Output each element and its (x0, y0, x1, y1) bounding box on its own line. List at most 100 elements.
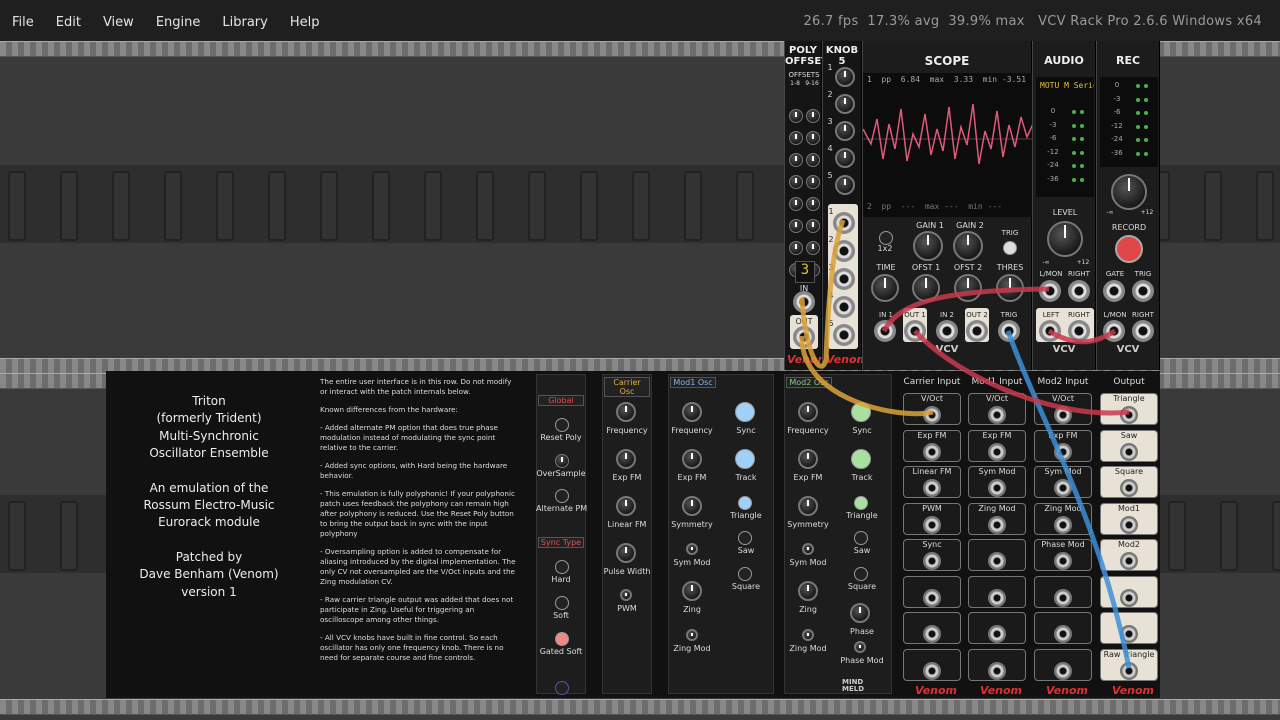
mod1-button[interactable] (735, 449, 755, 469)
carrier_in-jack[interactable] (903, 612, 961, 644)
audio-out-right-jack[interactable] (1068, 320, 1090, 342)
menu-engine[interactable]: Engine (156, 15, 201, 30)
scope-x2-button[interactable] (879, 231, 893, 245)
mod2_in-jack[interactable] (1034, 612, 1092, 644)
mod1-knob[interactable] (682, 581, 702, 601)
reset-poly-button[interactable] (555, 418, 569, 432)
mod2-knob[interactable] (802, 629, 814, 641)
mod2_in-jack[interactable] (1034, 648, 1092, 681)
offset-knob[interactable] (789, 241, 803, 255)
menu-library[interactable]: Library (222, 15, 267, 30)
menu-help[interactable]: Help (290, 15, 320, 30)
ofst2-knob[interactable] (954, 274, 982, 302)
level-knob[interactable] (1047, 221, 1083, 257)
gate-jack[interactable] (1103, 280, 1125, 302)
rec-module[interactable]: REC 0 -3 -6 -12 -24 -36 -∞ +12 RECORD GATE TR… (1096, 41, 1160, 370)
trig-jack[interactable] (1132, 280, 1154, 302)
carrier-knob[interactable] (620, 589, 632, 601)
mod2-knob[interactable] (802, 543, 814, 555)
offset-knob[interactable] (806, 153, 820, 167)
mod1-knob[interactable] (682, 496, 702, 516)
mod2-button[interactable] (854, 567, 868, 581)
outputs-jack[interactable]: Square (1100, 466, 1158, 498)
carrier_in-jack[interactable] (903, 575, 961, 608)
outputs-jack[interactable] (1100, 575, 1158, 608)
rec-left-jack[interactable] (1103, 320, 1125, 342)
mod1-knob[interactable] (686, 629, 698, 641)
audio-in-left-jack[interactable] (1039, 280, 1061, 302)
mod2_in-jack[interactable]: Exp FM (1034, 429, 1092, 462)
carrier-knob[interactable] (616, 402, 636, 422)
offset-knob[interactable] (806, 197, 820, 211)
out1-jack[interactable] (904, 320, 926, 342)
oversample-knob[interactable] (555, 454, 569, 468)
mod1_in-jack[interactable]: Zing Mod (968, 502, 1026, 535)
triton-module[interactable]: Triton (formerly Trident) Multi-Synchronic… (106, 371, 1160, 698)
menu-edit[interactable]: Edit (56, 15, 81, 30)
offset-knob[interactable] (789, 109, 803, 123)
mod2_in-jack[interactable]: V/Oct (1034, 393, 1092, 425)
mod1_in-jack[interactable] (968, 612, 1026, 644)
knob5-knob[interactable] (835, 121, 855, 141)
mod1-knob[interactable] (686, 543, 698, 555)
mod1_in-jack[interactable] (968, 648, 1026, 681)
thres-knob[interactable] (996, 274, 1024, 302)
mod1-knob[interactable] (682, 402, 702, 422)
carrier-knob[interactable] (616, 496, 636, 516)
mod2-button[interactable] (854, 531, 868, 545)
knob5-output-jack[interactable] (833, 324, 855, 346)
trig-button[interactable] (1003, 241, 1017, 255)
in1-jack[interactable] (874, 320, 896, 342)
offset-knob[interactable] (806, 241, 820, 255)
outputs-jack[interactable]: Mod2 (1100, 539, 1158, 571)
mod1-button[interactable] (738, 531, 752, 545)
mod2-knob[interactable] (798, 581, 818, 601)
audio-out-left-jack[interactable] (1039, 320, 1061, 342)
in2-jack[interactable] (936, 320, 958, 342)
carrier_in-jack[interactable]: V/Oct (903, 393, 961, 425)
mod2_in-jack[interactable]: Zing Mod (1034, 502, 1092, 535)
sync-hard-button[interactable] (555, 560, 569, 574)
mod2_in-jack[interactable]: Phase Mod (1034, 539, 1092, 571)
audio-in-right-jack[interactable] (1068, 280, 1090, 302)
scope-module[interactable]: SCOPE 1 pp 6.84 max 3.33 min -3.51 2 pp … (862, 41, 1033, 370)
mod1-button[interactable] (738, 567, 752, 581)
offset-knob[interactable] (789, 219, 803, 233)
offset-knob[interactable] (806, 219, 820, 233)
audio-display[interactable]: MOTU M Series 0 -3 -6 -12 -24 -36 (1036, 77, 1094, 197)
out2-jack[interactable] (966, 320, 988, 342)
mod1-knob[interactable] (682, 449, 702, 469)
record-button[interactable] (1115, 235, 1143, 263)
mod1_in-jack[interactable] (968, 539, 1026, 571)
offset-knob[interactable] (789, 131, 803, 145)
mod1-button[interactable] (738, 496, 752, 510)
sync-gated-soft-button[interactable] (555, 632, 569, 646)
mod2_in-jack[interactable] (1034, 575, 1092, 608)
outputs-jack[interactable] (1100, 612, 1158, 644)
mod1_in-jack[interactable]: Sym Mod (968, 466, 1026, 498)
time-knob[interactable] (871, 274, 899, 302)
outputs-jack[interactable]: Raw Triangle (1100, 648, 1158, 681)
menu-view[interactable]: View (103, 15, 134, 30)
offset-knob[interactable] (789, 175, 803, 189)
mod2-button[interactable] (851, 449, 871, 469)
carrier_in-jack[interactable] (903, 648, 961, 681)
knob5-knob[interactable] (835, 175, 855, 195)
scope-display[interactable]: 1 pp 6.84 max 3.33 min -3.51 2 pp --- ma… (863, 73, 1033, 217)
offset-knob[interactable] (789, 153, 803, 167)
outputs-jack[interactable]: Saw (1100, 429, 1158, 462)
offset-knob[interactable] (806, 175, 820, 189)
carrier_in-jack[interactable]: PWM (903, 502, 961, 535)
gain2-knob[interactable] (953, 231, 983, 261)
alternate-pm-button[interactable] (555, 489, 569, 503)
rec-gain-knob[interactable] (1111, 174, 1147, 210)
gain1-knob[interactable] (913, 231, 943, 261)
knob5-knob[interactable] (835, 67, 855, 87)
info-icon[interactable] (555, 681, 569, 695)
menu-file[interactable]: File (12, 15, 34, 30)
in-jack[interactable] (793, 291, 815, 313)
carrier_in-jack[interactable]: Sync (903, 539, 961, 571)
outputs-jack[interactable]: Triangle (1100, 393, 1158, 425)
offset-knob[interactable] (789, 197, 803, 211)
poly-offset-module[interactable]: POLY OFFSET OFFSETS 1-8 9-16 3 IN OUT Ve… (784, 41, 829, 370)
